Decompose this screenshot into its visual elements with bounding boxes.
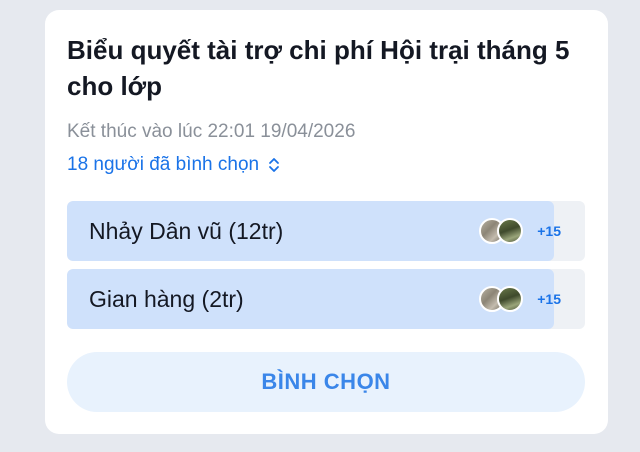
poll-option-2[interactable]: Gian hàng (2tr) +15 [67, 269, 585, 329]
poll-deadline: Kết thúc vào lúc 22:01 19/04/2026 [67, 121, 356, 142]
vote-button[interactable]: BÌNH CHỌN [67, 352, 585, 412]
poll-option-2-voter-avatars[interactable] [479, 286, 525, 312]
poll-card: Biểu quyết tài trợ chi phí Hội trại thán… [45, 10, 608, 434]
poll-option-1-label: Nhảy Dân vũ (12tr) [89, 218, 284, 244]
voters-toggle[interactable]: 18 người đã bình chọn [67, 153, 586, 177]
poll-option-1-extra-voters: +15 [537, 223, 561, 239]
voters-count-label: 18 người đã bình chọn [67, 154, 260, 175]
chevron-up-down-icon [267, 156, 281, 174]
poll-option-1-voter-avatars[interactable] [479, 218, 525, 244]
poll-title: Biểu quyết tài trợ chi phí Hội trại thán… [67, 35, 570, 101]
avatar [497, 286, 523, 312]
avatar [497, 218, 523, 244]
poll-option-2-label: Gian hàng (2tr) [89, 286, 244, 312]
poll-option-2-extra-voters: +15 [537, 291, 561, 307]
poll-option-1[interactable]: Nhảy Dân vũ (12tr) +15 [67, 201, 585, 261]
